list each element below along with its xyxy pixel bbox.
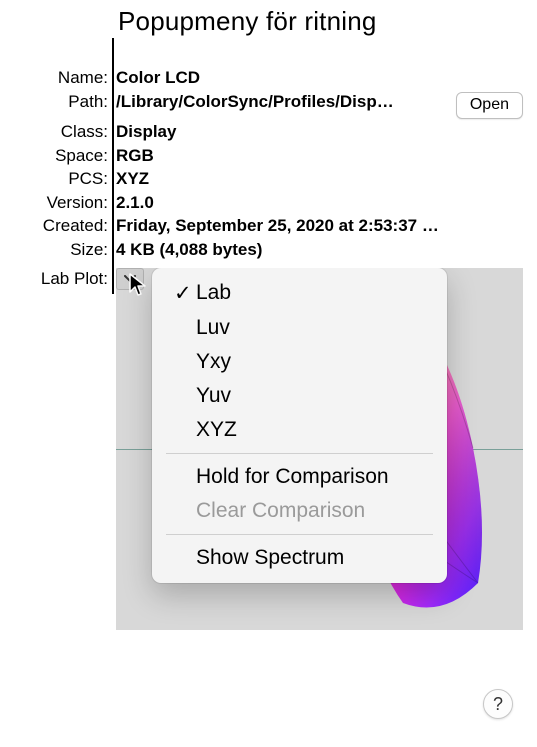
menu-item-yuv[interactable]: Yuv [152,379,447,413]
value-name: Color LCD [116,68,448,88]
menu-item-label: Show Spectrum [196,546,344,570]
plot-mode-popup-menu: ✓ Lab Luv Yxy Yuv XYZ [152,268,447,583]
label-lab-plot: Lab Plot: [14,268,108,630]
menu-item-label: Clear Comparison [196,499,365,523]
menu-item-show-spectrum[interactable]: Show Spectrum [152,541,447,575]
menu-item-label: Lab [196,281,231,305]
checkmark-icon: ✓ [174,281,196,306]
label-path: Path: [14,92,108,112]
value-created: Friday, September 25, 2020 at 2:53:37 P… [116,216,448,236]
menu-separator [166,534,433,535]
menu-item-label: Luv [196,316,230,340]
menu-item-label: XYZ [196,418,237,442]
value-pcs: XYZ [116,169,448,189]
menu-item-label: Hold for Comparison [196,465,389,489]
menu-item-xyz[interactable]: XYZ [152,413,447,447]
menu-separator [166,453,433,454]
profile-inspector-panel: Name: Color LCD Path: /Library/ColorSync… [14,68,523,727]
value-path: /Library/ColorSync/Profiles/Disp… [116,92,448,112]
help-button[interactable]: ? [483,689,513,719]
profile-info-table: Name: Color LCD Path: /Library/ColorSync… [14,68,523,260]
callout-label: Popupmeny för ritning [118,6,377,37]
menu-item-lab[interactable]: ✓ Lab [152,276,447,311]
plot-row: Lab Plot: [14,268,523,630]
value-size: 4 KB (4,088 bytes) [116,240,448,260]
menu-item-hold-comparison[interactable]: Hold for Comparison [152,460,447,494]
value-class: Display [116,122,448,142]
menu-item-label: Yxy [196,350,231,374]
label-pcs: PCS: [14,169,108,189]
menu-item-luv[interactable]: Luv [152,311,447,345]
menu-item-label: Yuv [196,384,231,408]
plot-mode-dropdown[interactable] [116,268,144,290]
label-size: Size: [14,240,108,260]
open-button[interactable]: Open [456,92,523,119]
menu-item-clear-comparison: Clear Comparison [152,494,447,528]
label-version: Version: [14,193,108,213]
chevron-down-icon [124,275,136,283]
menu-item-yxy[interactable]: Yxy [152,345,447,379]
value-space: RGB [116,146,448,166]
label-created: Created: [14,216,108,236]
lab-plot-area[interactable]: ✓ Lab Luv Yxy Yuv XYZ [116,268,523,630]
label-class: Class: [14,122,108,142]
value-version: 2.1.0 [116,193,448,213]
label-name: Name: [14,68,108,88]
label-space: Space: [14,146,108,166]
